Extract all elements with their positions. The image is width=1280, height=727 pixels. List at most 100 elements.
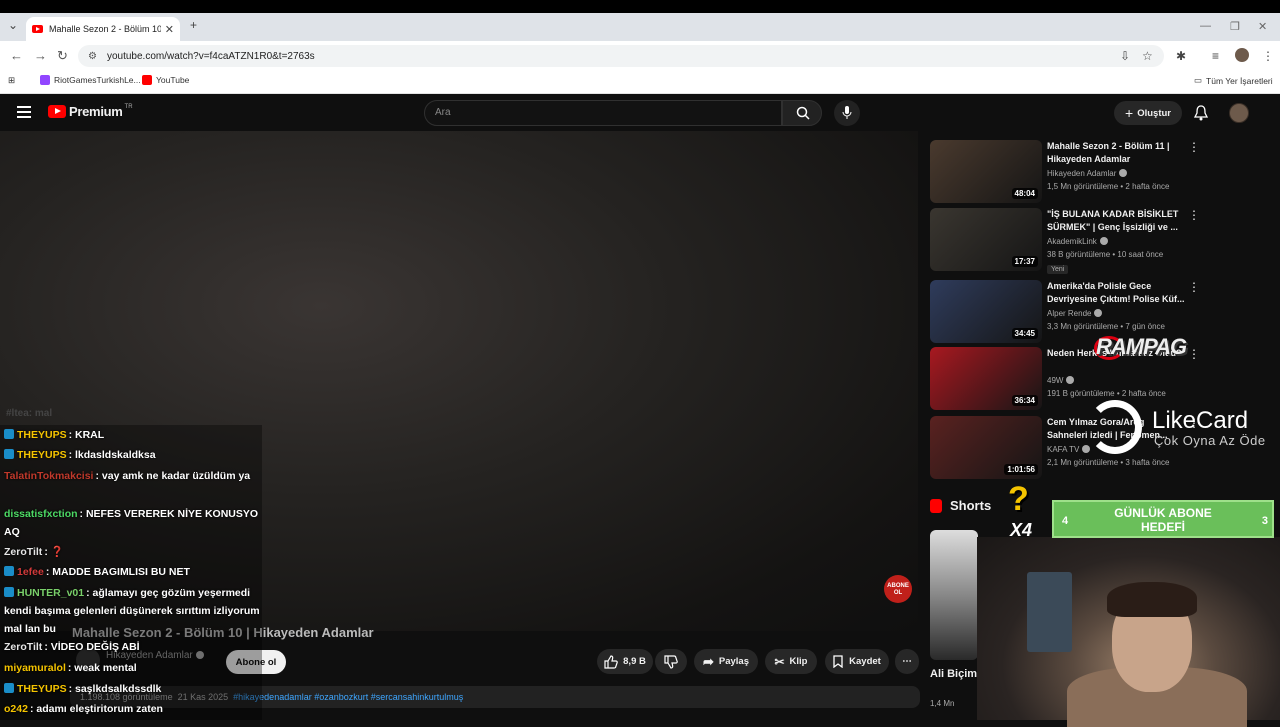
chat-text: : VİDEO DEĞİŞ ABİ	[44, 641, 140, 653]
recommendation-thumbnail[interactable]: 34:45	[930, 280, 1042, 343]
url-field[interactable]: ⚙ youtube.com/watch?v=f4caATZN1R0&t=2763…	[78, 45, 1164, 67]
bookmark-youtube[interactable]: YouTube	[142, 75, 189, 85]
faded-chat-line: #ltea: mal	[6, 408, 53, 419]
recommendation-thumbnail[interactable]: 1:01:56	[930, 416, 1042, 479]
short-thumbnail[interactable]	[930, 530, 978, 660]
recommendation-channel[interactable]: Hikayeden Adamlar	[1047, 169, 1128, 178]
clip-button[interactable]: ✂ Klip	[765, 649, 817, 674]
hashtags[interactable]: #hikayedenadamlar #ozanbozkurt #sercansa…	[233, 692, 463, 702]
voice-search-button[interactable]	[834, 100, 860, 126]
back-icon[interactable]: ←	[10, 48, 23, 63]
tab-close-icon[interactable]: ✕	[165, 23, 174, 36]
browser-tab-active[interactable]: Mahalle Sezon 2 - Bölüm 10 | Hi ✕	[26, 17, 180, 41]
duration-badge: 1:01:56	[1004, 464, 1038, 475]
chat-message: ZeroTilt: VİDEO DEĞİŞ ABİ	[4, 638, 264, 656]
dislike-button[interactable]	[655, 649, 687, 674]
reload-icon[interactable]: ↻	[57, 48, 68, 64]
all-bookmarks[interactable]: ▭ Tüm Yer İşaretleri	[1194, 75, 1273, 86]
search-input[interactable]: Ara	[424, 100, 782, 126]
chat-username: 1efee	[17, 566, 44, 578]
menu-icon[interactable]	[17, 106, 31, 121]
chat-text: : vay amk ne kadar üzüldüm ya	[95, 470, 251, 482]
new-tab-icon[interactable]: +	[190, 18, 197, 32]
apps-grid-icon[interactable]: ⊞	[8, 75, 15, 86]
window-close-icon[interactable]: ✕	[1258, 20, 1267, 33]
install-app-icon[interactable]: ⇩	[1120, 49, 1130, 63]
duration-badge: 36:34	[1011, 395, 1038, 406]
recommendation-channel[interactable]: KAFA TV	[1047, 445, 1091, 454]
twitch-icon	[40, 75, 50, 85]
chat-username: TalatinTokmakcisi	[4, 470, 94, 482]
channel-name-text: Alper Rende	[1047, 309, 1092, 318]
recommendation-item[interactable]: 17:37 "İŞ BULANA KADAR BİSİKLET SÜRMEK" |…	[930, 208, 1270, 274]
recommendation-title[interactable]: Amerika'da Polisle Gece Devriyesine Çıkt…	[1047, 280, 1187, 306]
recommendation-channel[interactable]: Alper Rende	[1047, 309, 1103, 318]
chat-text: : weak mental	[67, 662, 137, 674]
logo-text: Premium	[69, 104, 123, 119]
extensions-icon[interactable]: ✱	[1176, 49, 1186, 63]
shorts-header: Shorts	[930, 498, 991, 513]
shorts-icon	[930, 498, 942, 513]
share-icon: ➦	[702, 653, 714, 669]
chat-badge-icon	[4, 587, 14, 597]
question-mark-icon: ?	[1008, 480, 1029, 518]
youtube-header: Premium TR Ara + Oluştur	[0, 94, 1280, 131]
tab-search-icon[interactable]: ⌄	[8, 18, 18, 32]
chat-username: miyamuralol	[4, 662, 66, 674]
chat-badge-icon	[4, 566, 14, 576]
webcam-background-shelf	[1027, 572, 1072, 652]
maximize-icon[interactable]: ❐	[1230, 20, 1240, 33]
recommendation-thumbnail[interactable]: 48:04	[930, 140, 1042, 203]
forward-icon[interactable]: →	[34, 48, 47, 63]
account-avatar[interactable]	[1229, 103, 1249, 123]
thumbs-up-icon	[604, 654, 618, 669]
search-icon	[796, 106, 810, 120]
likecard-slogan: Çok Oyna Az Öde	[1154, 433, 1266, 448]
recommendation-channel[interactable]: 49W	[1047, 376, 1075, 385]
create-label: Oluştur	[1137, 107, 1171, 119]
bookmark-star-icon[interactable]: ☆	[1142, 49, 1153, 63]
more-options-icon[interactable]: ⋮	[1188, 347, 1200, 361]
recommendation-meta: 1,5 Mn görüntüleme • 2 hafta önce	[1047, 182, 1170, 191]
bookmark-riot[interactable]: RiotGamesTurkishLe...	[40, 75, 141, 85]
chat-badge-icon	[4, 449, 14, 459]
browser-menu-icon[interactable]: ⋮	[1262, 49, 1274, 63]
microphone-icon	[842, 106, 852, 119]
chat-username: THEYUPS	[17, 429, 67, 441]
site-info-icon[interactable]: ⚙	[88, 51, 97, 62]
notifications-bell-icon[interactable]	[1194, 105, 1208, 121]
short-title[interactable]: Ali Biçim'i Oğuzhan B...	[930, 667, 978, 681]
recommendation-channel[interactable]: AkademikLink	[1047, 237, 1108, 246]
create-button[interactable]: + Oluştur	[1114, 101, 1182, 125]
browser-address-bar: ← → ↻ ⚙ youtube.com/watch?v=f4caATZN1R0&…	[0, 41, 1280, 70]
more-actions-button[interactable]: ⋯	[895, 649, 919, 674]
chat-username: dissatisfxction	[4, 508, 78, 520]
recommendation-title[interactable]: Mahalle Sezon 2 - Bölüm 11 | Hikayeden A…	[1047, 140, 1187, 166]
youtube-icon	[142, 75, 152, 85]
abone-ol-badge: ABONE OL	[884, 575, 912, 603]
like-button[interactable]: 8,9 B	[597, 649, 653, 674]
recommendation-title[interactable]: "İŞ BULANA KADAR BİSİKLET SÜRMEK" | Genç…	[1047, 208, 1187, 234]
more-options-icon[interactable]: ⋮	[1188, 280, 1200, 294]
save-button[interactable]: Kaydet	[825, 649, 889, 674]
more-options-icon[interactable]: ⋮	[1188, 140, 1200, 154]
share-button[interactable]: ➦ Paylaş	[694, 649, 758, 674]
media-control-icon[interactable]: ≡	[1212, 49, 1219, 63]
thumbs-down-icon	[664, 654, 678, 669]
bookmark-label: YouTube	[156, 75, 190, 85]
youtube-logo-icon	[48, 105, 66, 118]
verified-icon	[1082, 445, 1091, 453]
youtube-premium-logo[interactable]: Premium TR	[48, 104, 133, 119]
search-button[interactable]	[782, 100, 822, 126]
recommendation-item[interactable]: 48:04 Mahalle Sezon 2 - Bölüm 11 | Hikaye…	[930, 140, 1270, 204]
youtube-favicon-icon	[32, 25, 43, 33]
chat-message: TalatinTokmakcisi: vay amk ne kadar üzül…	[4, 467, 264, 485]
profile-avatar[interactable]	[1235, 48, 1249, 62]
recommendation-thumbnail[interactable]: 17:37	[930, 208, 1042, 271]
logo-country: TR	[124, 104, 133, 110]
recommendation-thumbnail[interactable]: 36:34	[930, 347, 1042, 410]
minimize-icon[interactable]: —	[1200, 20, 1211, 32]
more-options-icon[interactable]: ⋮	[1188, 208, 1200, 222]
chat-message: miyamuralol: weak mental	[4, 659, 264, 677]
duration-badge: 48:04	[1011, 188, 1038, 199]
